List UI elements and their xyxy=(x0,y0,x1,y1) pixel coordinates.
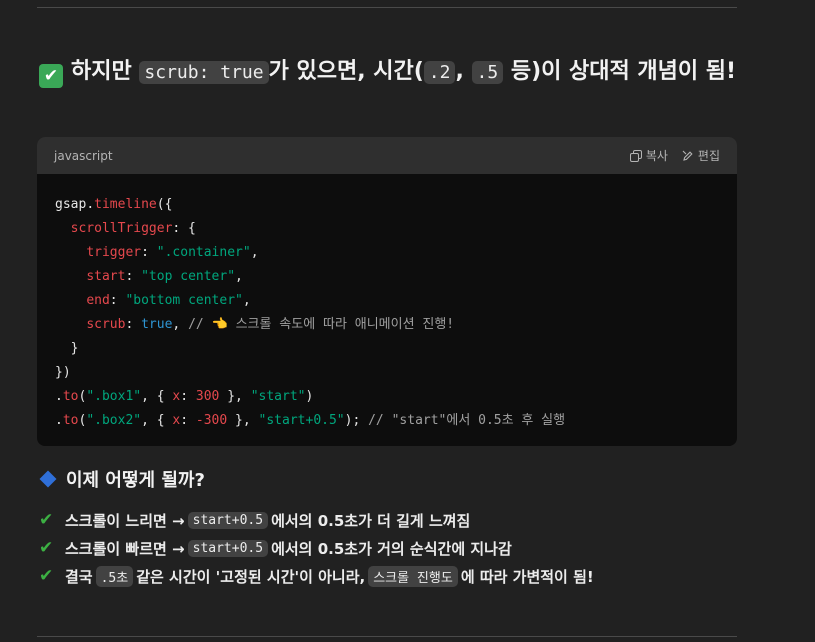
section-heading: ✔ 하지만 scrub: true 가 있으면, 시간(.2, .5 등)이 상대적… xyxy=(39,56,739,89)
edit-pencil-icon xyxy=(682,150,694,162)
heading-text-2: 가 있으면, 시간( xyxy=(268,59,424,84)
inline-code-05: .5 xyxy=(471,61,504,84)
inline-code-scrub: scrub: true xyxy=(139,61,269,84)
bottom-divider xyxy=(37,636,737,637)
edit-label: 편집 xyxy=(697,149,720,163)
copy-icon xyxy=(629,149,642,162)
heading-text-1: 하지만 xyxy=(71,59,140,84)
code-body: gsap.timeline({ scrollTrigger: { trigger… xyxy=(55,197,566,428)
inline-code: 스크롤 진행도 xyxy=(368,565,458,587)
bullet-list: ✔ 스크롤이 느리면 → start+0.5 에서의 0.5초가 더 길게 느껴… xyxy=(39,506,739,590)
copy-label: 복사 xyxy=(645,149,668,163)
sub-heading: 이제 어떻게 될까? xyxy=(39,466,205,492)
code-header: javascript 복사 편집 xyxy=(37,137,737,174)
heading-comma: , xyxy=(455,59,472,84)
sub-heading-text: 이제 어떻게 될까? xyxy=(66,470,205,491)
list-item: ✔ 스크롤이 느리면 → start+0.5 에서의 0.5초가 더 길게 느껴… xyxy=(39,510,471,530)
check-icon: ✔ xyxy=(39,510,54,530)
list-item: ✔ 결국 .5초 같은 시간이 '고정된 시간'이 아니라, 스크롤 진행도 에… xyxy=(39,565,594,587)
inline-code-02: .2 xyxy=(423,61,456,84)
check-icon: ✔ xyxy=(39,566,54,586)
edit-button[interactable]: 편집 xyxy=(682,147,720,164)
heading-text-3: 등)이 상대적 개념이 됨! xyxy=(503,59,737,84)
code-block: javascript 복사 편집 gsap.timeline({ scrollT… xyxy=(37,137,737,446)
code-language-label: javascript xyxy=(54,148,113,163)
diamond-icon xyxy=(39,470,57,488)
code-actions: 복사 편집 xyxy=(629,147,720,164)
inline-code: start+0.5 xyxy=(187,539,269,557)
inline-code: .5초 xyxy=(95,565,134,587)
top-divider xyxy=(37,7,737,8)
copy-button[interactable]: 복사 xyxy=(629,147,668,164)
list-item: ✔ 스크롤이 빠르면 → start+0.5 에서의 0.5초가 거의 순식간에… xyxy=(39,538,512,558)
inline-code: start+0.5 xyxy=(187,511,269,529)
pointing-hand-icon: 👈 xyxy=(211,317,228,332)
check-mark-icon: ✔ xyxy=(39,64,63,88)
check-icon: ✔ xyxy=(39,538,54,558)
